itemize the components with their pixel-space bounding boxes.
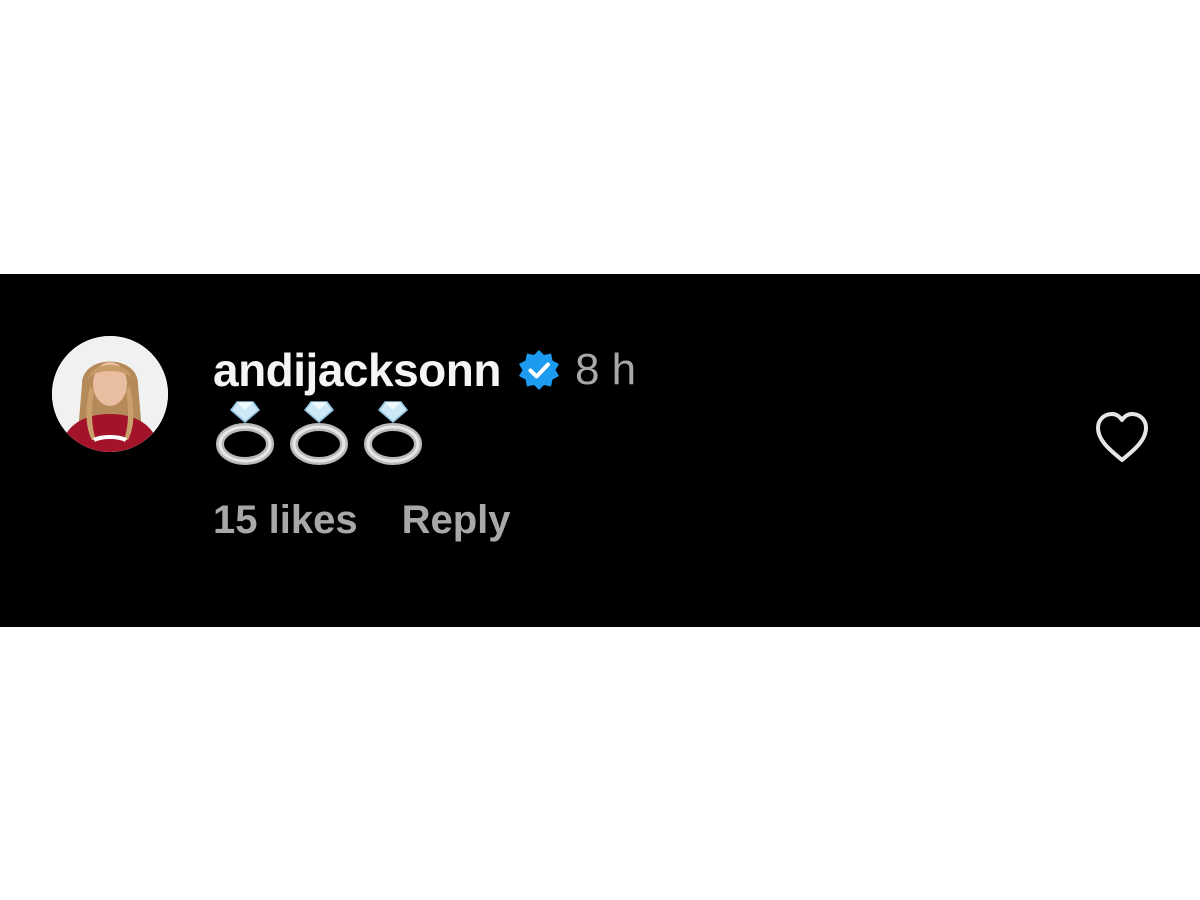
likes-count[interactable]: 15 likes bbox=[213, 498, 358, 543]
ring-emoji bbox=[216, 401, 274, 465]
timestamp: 8 h bbox=[574, 345, 637, 394]
comment-header: andijacksonn 8 h bbox=[213, 340, 636, 400]
profile-photo-icon bbox=[52, 336, 168, 452]
heart-outline-icon[interactable] bbox=[1092, 408, 1152, 468]
comment-panel: andijacksonn 8 h 15 likes Reply bbox=[0, 274, 1200, 627]
ring-emoji bbox=[290, 401, 348, 465]
avatar[interactable] bbox=[52, 336, 168, 452]
comment-footer: 15 likes Reply bbox=[213, 498, 511, 543]
username[interactable]: andijacksonn bbox=[213, 343, 501, 397]
verified-badge-icon bbox=[518, 350, 559, 390]
ring-emoji bbox=[364, 401, 422, 465]
reply-button[interactable]: Reply bbox=[402, 498, 511, 543]
comment-body bbox=[215, 398, 423, 466]
